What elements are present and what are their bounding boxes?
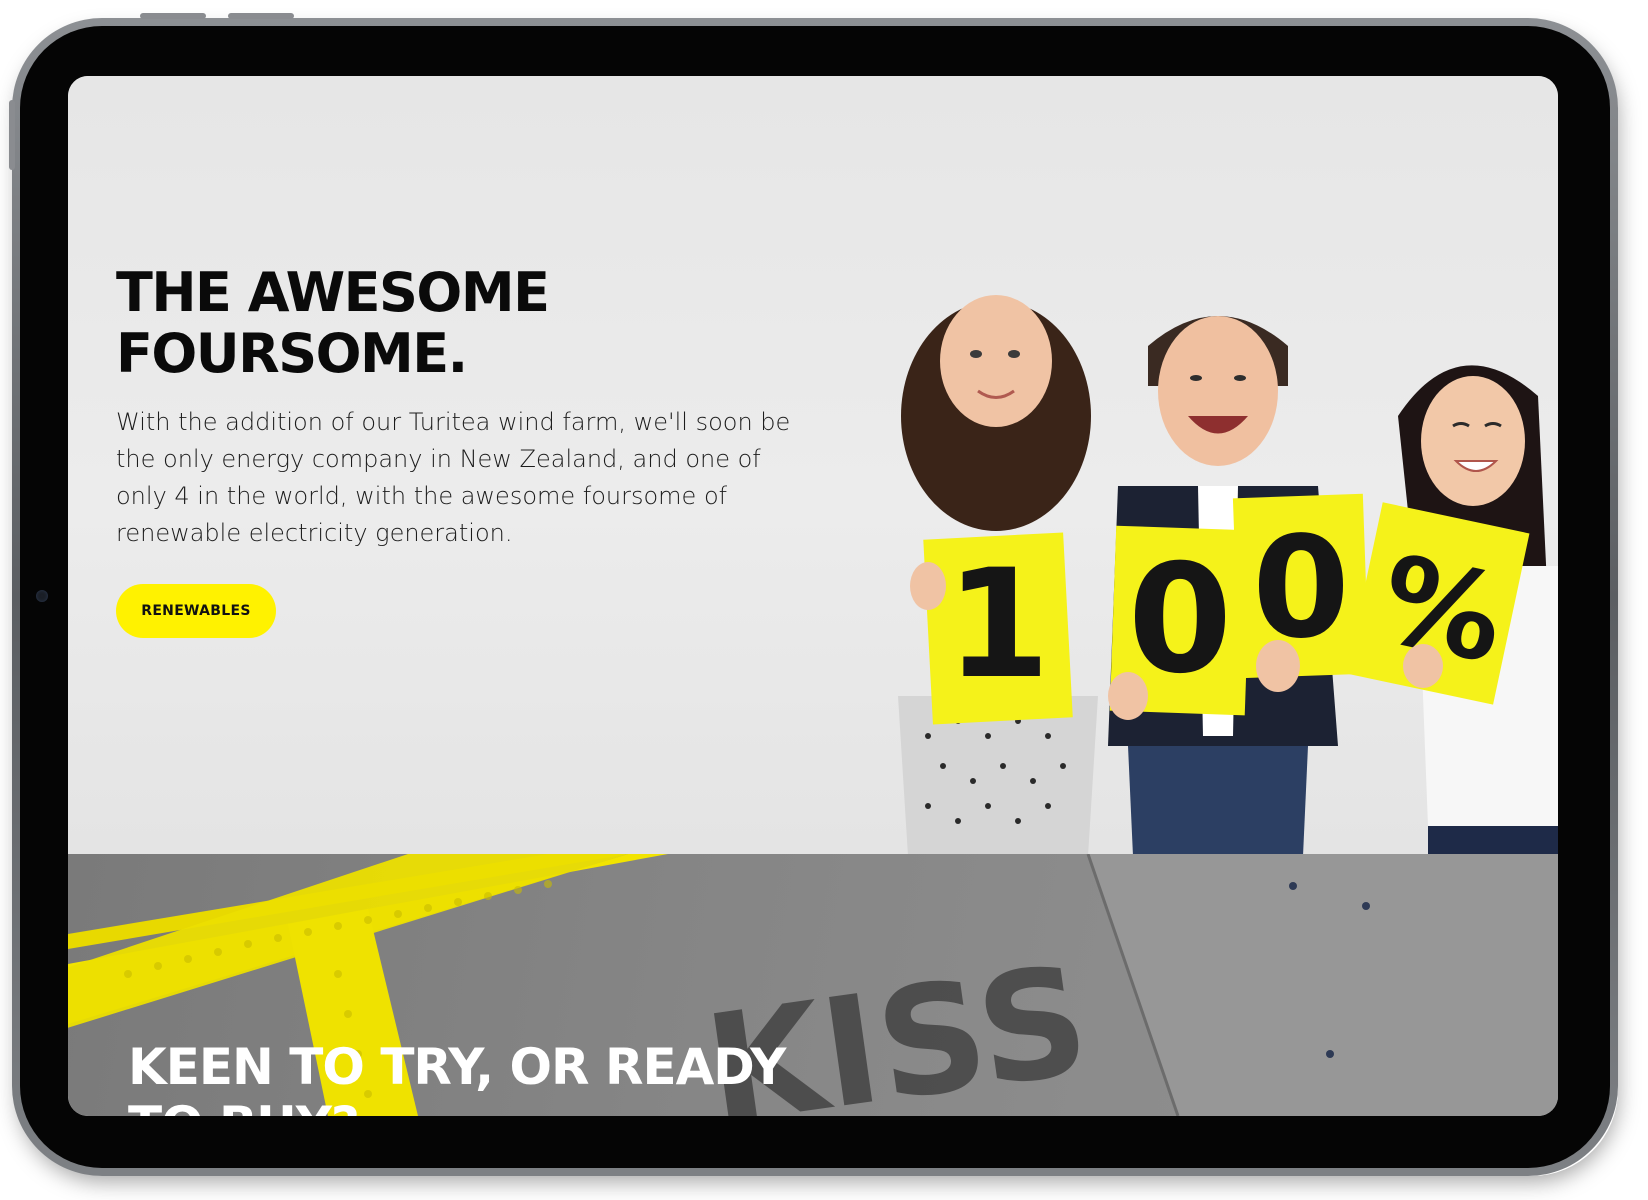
renewables-button[interactable]: RENEWABLES — [116, 584, 276, 638]
kids-holding-signs-photo: 1 0 0 % — [898, 295, 1558, 854]
sign-char: 1 — [946, 538, 1050, 712]
hero-title: THE AWESOME FOURSOME. — [116, 262, 676, 384]
sign-one: 1 — [923, 532, 1073, 725]
screen: THE AWESOME FOURSOME. With the addition … — [68, 76, 1558, 1116]
hero-description: With the addition of our Turitea wind fa… — [116, 408, 791, 547]
volume-button — [228, 13, 294, 19]
volume-button — [140, 13, 206, 19]
hero-section: THE AWESOME FOURSOME. With the addition … — [68, 76, 1558, 854]
hero-title-line: FOURSOME. — [116, 322, 468, 385]
front-camera — [36, 590, 48, 602]
section-title: KEEN TO TRY, OR READY TO BUY? — [128, 1038, 786, 1116]
sign-three: 0 — [1232, 493, 1370, 679]
power-button — [9, 100, 15, 170]
hero-title-line: THE AWESOME — [116, 261, 550, 324]
pavement-section: KISS KEEN TO TRY, OR READY TO BUY? — [68, 854, 1558, 1116]
